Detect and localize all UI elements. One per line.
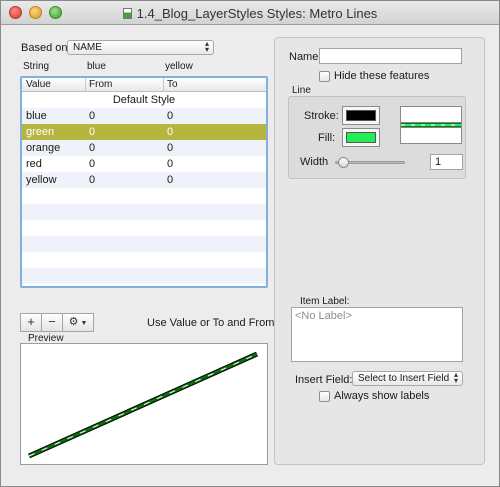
- remove-button[interactable]: −: [42, 313, 63, 332]
- default-style-label: Default Style: [112, 94, 176, 106]
- table-header: Value From To: [22, 78, 266, 92]
- cell-value: yellow: [26, 174, 57, 186]
- line-group-label: Line: [292, 85, 311, 96]
- cell-to: 0: [167, 142, 174, 154]
- cell-from: 0: [89, 126, 96, 138]
- cell-value: red: [26, 158, 42, 170]
- cell-to: 0: [167, 126, 174, 138]
- window-title: 1.4_Blog_LayerStyles Styles: Metro Lines: [136, 6, 378, 21]
- header-divider: [85, 78, 86, 92]
- cell-from: 0: [89, 142, 96, 154]
- mini-preview-graphic: [401, 122, 461, 128]
- header-divider: [163, 78, 164, 92]
- width-label: Width: [300, 156, 329, 168]
- styles-table[interactable]: Value From To Default Style blue 0 0 green 0…: [20, 76, 268, 288]
- title-bar: 1.4_Blog_LayerStyles Styles: Metro Lines: [1, 1, 499, 25]
- stroke-label: Stroke:: [304, 110, 339, 122]
- cell-to: 0: [167, 158, 174, 170]
- header-value[interactable]: Value: [26, 79, 51, 90]
- insert-field-value: Select to Insert Field: [358, 373, 450, 384]
- window-title-wrap: 1.4_Blog_LayerStyles Styles: Metro Lines: [1, 6, 499, 21]
- fill-color-well[interactable]: [342, 128, 380, 147]
- table-row[interactable]: red 0 0: [22, 156, 266, 172]
- width-slider-thumb[interactable]: [338, 157, 349, 168]
- table-body: Default Style blue 0 0 green 0 0 orange 0 0 red 0 0…: [22, 92, 266, 284]
- popup-arrows-icon: ▴ ▾: [204, 39, 209, 54]
- gear-menu-button[interactable]: ⚙ ▼: [63, 313, 94, 332]
- fill-label: Fill:: [318, 132, 336, 144]
- preview-line-graphic: [27, 351, 259, 459]
- preview-area: [20, 343, 268, 465]
- stroke-color-well[interactable]: [342, 106, 380, 125]
- document-icon: [122, 8, 132, 19]
- cell-from: 0: [89, 110, 96, 122]
- item-label-textarea[interactable]: <No Label>: [291, 307, 463, 362]
- hide-features-label: Hide these features: [334, 70, 430, 82]
- styles-window: 1.4_Blog_LayerStyles Styles: Metro Lines…: [0, 0, 500, 487]
- gear-icon: ⚙: [68, 316, 79, 328]
- chevron-down-icon: ▼: [78, 320, 88, 327]
- from-column-label: blue: [87, 61, 106, 72]
- cell-from: 0: [89, 174, 96, 186]
- table-row-default[interactable]: Default Style: [22, 92, 266, 108]
- line-mini-preview: [400, 106, 462, 144]
- cell-value: orange: [26, 142, 61, 154]
- cell-from: 0: [89, 158, 96, 170]
- popup-arrows-icon: ▴ ▾: [453, 370, 458, 385]
- cell-value: green: [26, 126, 55, 138]
- style-toolbar: + − ⚙ ▼: [20, 313, 94, 332]
- table-row[interactable]: orange 0 0: [22, 140, 266, 156]
- always-show-labels-checkbox[interactable]: [319, 391, 330, 402]
- insert-field-select[interactable]: Select to Insert Field ▴ ▾: [352, 371, 463, 386]
- table-row[interactable]: blue 0 0: [22, 108, 266, 124]
- based-on-value: NAME: [73, 42, 102, 53]
- width-field[interactable]: 1: [430, 154, 463, 170]
- insert-field-label: Insert Field:: [295, 374, 353, 386]
- header-from[interactable]: From: [89, 79, 112, 90]
- add-button[interactable]: +: [20, 313, 42, 332]
- table-row-empty[interactable]: [22, 236, 266, 252]
- cell-to: 0: [167, 110, 174, 122]
- fill-swatch: [346, 132, 376, 143]
- header-to[interactable]: To: [167, 79, 178, 90]
- table-row-empty[interactable]: [22, 220, 266, 236]
- name-field[interactable]: [319, 48, 462, 64]
- hide-features-checkbox[interactable]: [319, 71, 330, 82]
- based-on-select[interactable]: NAME ▴ ▾: [67, 40, 214, 55]
- table-row-empty[interactable]: [22, 188, 266, 204]
- table-row[interactable]: yellow 0 0: [22, 172, 266, 188]
- based-on-label: Based on:: [21, 42, 71, 54]
- always-show-labels-label: Always show labels: [334, 390, 430, 402]
- line-group: Stroke: Fill: Width 1: [288, 96, 466, 179]
- style-properties-panel: Name: Hide these features Line Stroke: F…: [274, 37, 485, 465]
- table-row[interactable]: green 0 0: [22, 124, 266, 140]
- item-label-title: Item Label:: [300, 296, 350, 307]
- hint-text: Use Value or To and From: [147, 317, 275, 329]
- name-label: Name:: [289, 51, 322, 63]
- table-row-empty[interactable]: [22, 204, 266, 220]
- table-row-empty[interactable]: [22, 268, 266, 284]
- cell-to: 0: [167, 174, 174, 186]
- stroke-swatch: [346, 110, 376, 121]
- table-row-empty[interactable]: [22, 252, 266, 268]
- string-column-label: String: [23, 61, 50, 72]
- to-column-label: yellow: [165, 61, 193, 72]
- cell-value: blue: [26, 110, 47, 122]
